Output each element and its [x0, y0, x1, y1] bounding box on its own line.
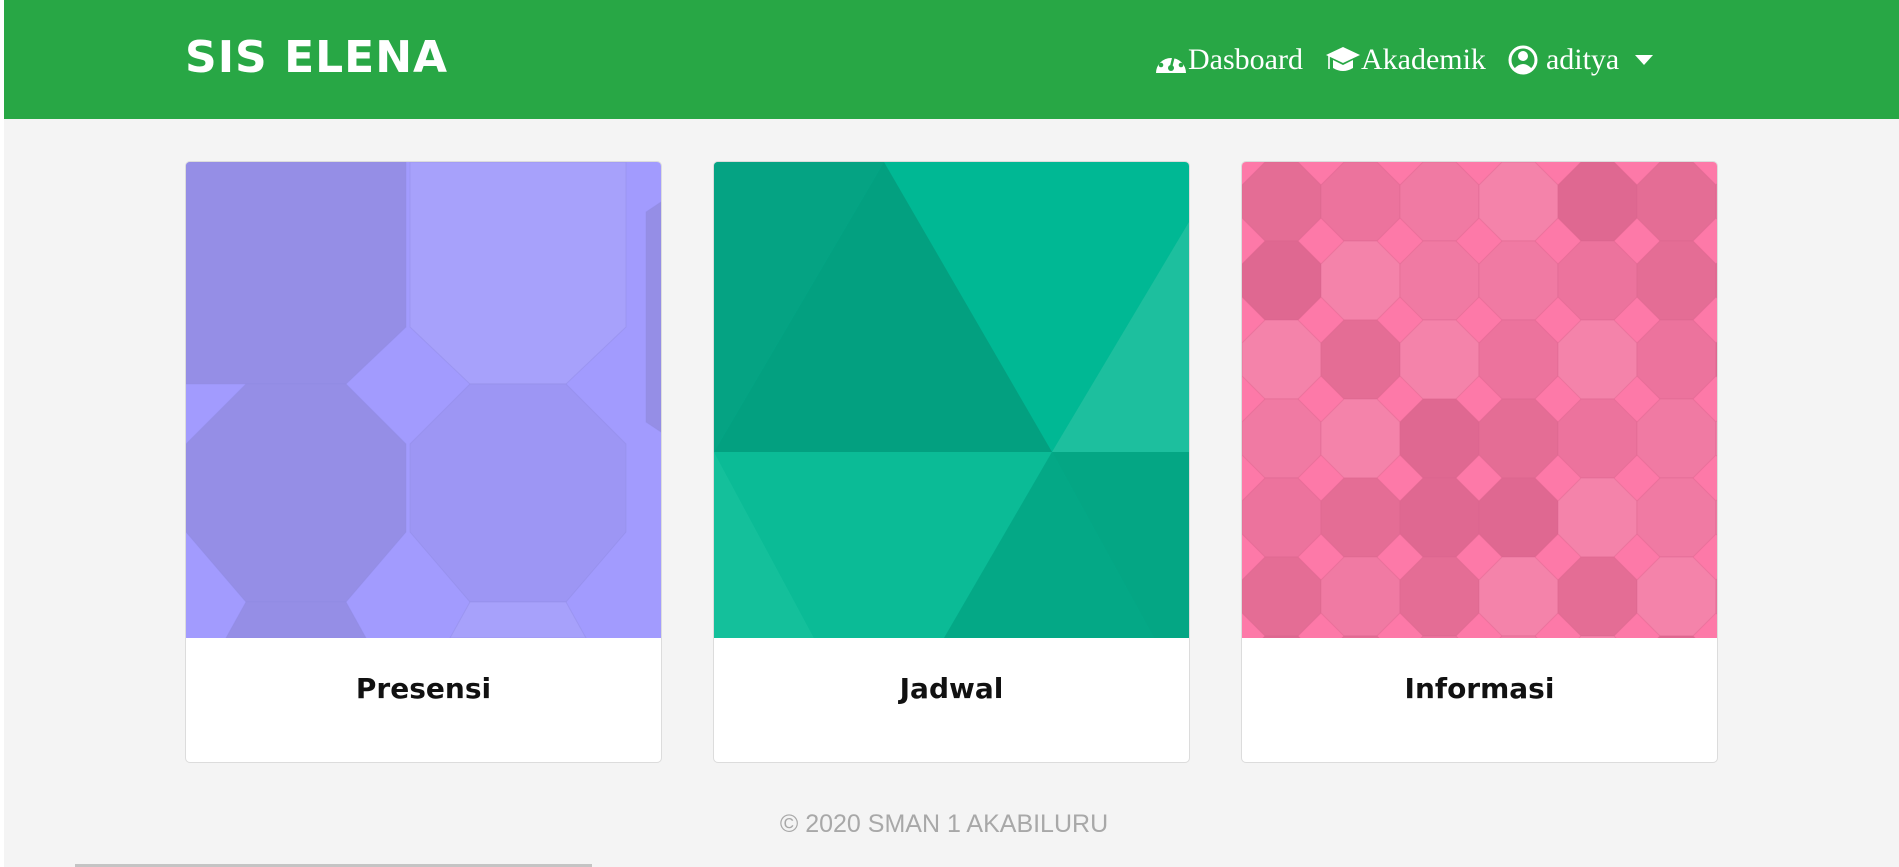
- footer-copyright: © 2020 SMAN 1 AKABILURU: [779, 810, 1109, 838]
- octagon-tile: [1242, 319, 1322, 400]
- card-pattern-octagon: [186, 162, 661, 638]
- user-name: aditya: [1545, 43, 1620, 76]
- octagon-tile: [1242, 162, 1322, 242]
- octagon-tile: [1636, 162, 1717, 242]
- octagon-tile: [1478, 477, 1559, 558]
- octagon-tile: [1399, 477, 1480, 558]
- card-title: Jadwal: [899, 672, 1004, 705]
- octagon-tile: [1242, 240, 1322, 321]
- graduation-cap-icon: [1325, 45, 1361, 75]
- octagon-tile: [1320, 398, 1401, 479]
- nav-dasboard[interactable]: Dasboard: [1154, 38, 1303, 82]
- card-pattern-triangle: [714, 162, 1189, 638]
- card-title: Presensi: [355, 672, 492, 705]
- octagon-tile: [1636, 240, 1717, 321]
- octagon-tile: [1320, 477, 1401, 558]
- card-informasi[interactable]: Informasi: [1241, 161, 1718, 763]
- user-circle-icon: [1508, 44, 1538, 76]
- tachometer-icon: [1154, 45, 1188, 75]
- card-pattern-octagon-small: [1242, 162, 1717, 638]
- octagon-tile: [1399, 162, 1480, 242]
- octagon-tile: [1242, 398, 1322, 479]
- card-presensi[interactable]: Presensi: [185, 161, 662, 763]
- octagon-tile: [1399, 240, 1480, 321]
- window-edge: [0, 0, 4, 867]
- octagon-tile: [1636, 398, 1717, 479]
- octagon-tile: [1399, 398, 1480, 479]
- octagon-tile: [1320, 240, 1401, 321]
- octagon-tile: [1557, 477, 1638, 558]
- octagon-tile: [1478, 319, 1559, 400]
- navbar: SIS ELENA Dasboard Akademik aditya: [4, 0, 1899, 119]
- octagon-tile: [1636, 319, 1717, 400]
- octagon-tile: [1636, 556, 1717, 637]
- card-jadwal[interactable]: Jadwal: [713, 161, 1190, 763]
- octagon-tile: [1478, 162, 1559, 242]
- nav-akademik[interactable]: Akademik: [1325, 38, 1486, 82]
- octagon-tile: [1557, 162, 1638, 242]
- octagon-tile: [1557, 398, 1638, 479]
- octagon-tile: [1636, 477, 1717, 558]
- brand-logo[interactable]: SIS ELENA: [185, 30, 448, 86]
- octagon-tile: [1399, 556, 1480, 637]
- card-title: Informasi: [1404, 672, 1555, 705]
- nav-menu: Dasboard Akademik aditya: [1154, 38, 1675, 82]
- octagon-tile: [1557, 556, 1638, 637]
- octagon-tile: [1478, 240, 1559, 321]
- chevron-down-icon: [1635, 55, 1654, 65]
- octagon-tile: [1557, 240, 1638, 321]
- octagon-tile: [1242, 477, 1322, 558]
- nav-akademik-label: Akademik: [1360, 43, 1486, 76]
- octagon-tile: [1242, 556, 1322, 637]
- octagon-tile: [1320, 319, 1401, 400]
- nav-dasboard-label: Dasboard: [1188, 43, 1303, 76]
- user-dropdown[interactable]: aditya: [1508, 38, 1654, 82]
- octagon-tile: [1320, 556, 1401, 637]
- octagon-tile: [1478, 398, 1559, 479]
- octagon-tile: [1399, 319, 1480, 400]
- octagon-tile: [1557, 319, 1638, 400]
- octagon-tile: [1320, 162, 1401, 242]
- octagon-tile: [1478, 556, 1559, 637]
